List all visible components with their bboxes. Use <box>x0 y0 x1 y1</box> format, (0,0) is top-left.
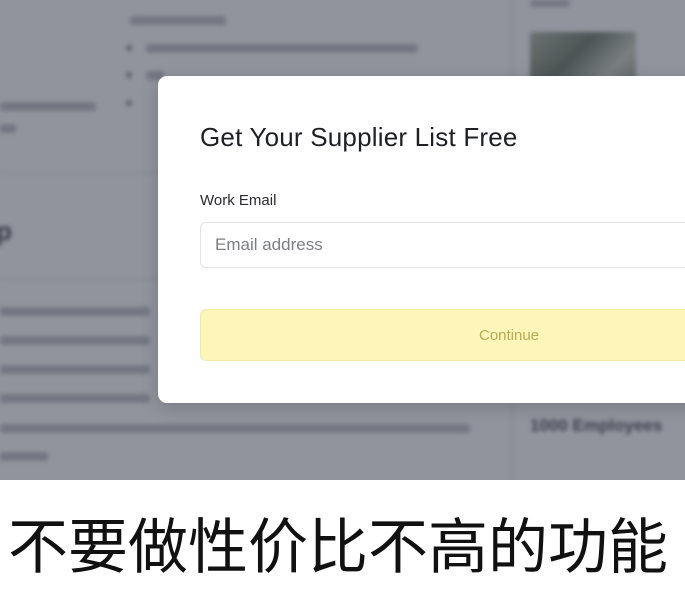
work-email-label: Work Email <box>200 192 277 209</box>
modal-title: Get Your Supplier List Free <box>200 122 518 152</box>
supplier-list-modal: Get Your Supplier List Free Work Email C… <box>158 76 685 403</box>
email-input[interactable] <box>200 222 685 268</box>
caption-text: 不要做性价比不高的功能 <box>8 513 668 583</box>
caption-area: 不要做性价比不高的功能 <box>0 482 685 602</box>
screenshot: p 1000 Employees Get Your Supplier List … <box>0 0 685 480</box>
continue-button[interactable]: Continue <box>200 309 685 361</box>
